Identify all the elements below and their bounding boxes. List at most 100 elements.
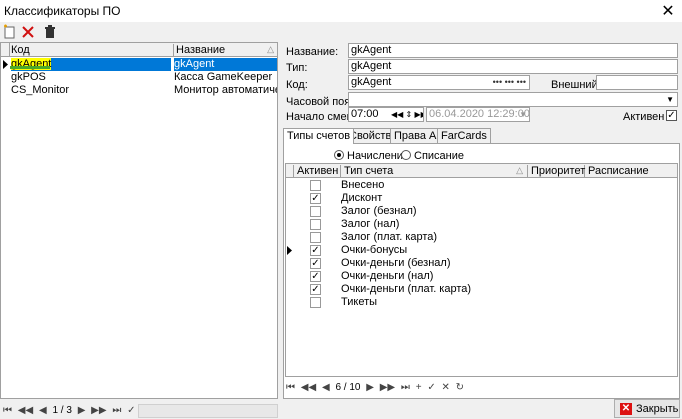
active-label: Активен [623, 111, 665, 123]
active-checkbox[interactable]: ✓ [310, 245, 321, 256]
insert-button[interactable]: + [416, 382, 422, 393]
codes-grid-header: Код Название △ [1, 43, 277, 57]
type-label: Тип: [286, 62, 308, 74]
prev-record-button[interactable]: ◀ [322, 382, 330, 393]
cancel-button[interactable]: ✕ [441, 382, 449, 393]
codes-grid[interactable]: Код Название △ gkAgent gkAgent gkPOS Кас… [0, 42, 278, 399]
chevron-down-icon: ▼ [519, 110, 527, 119]
active-checkbox[interactable]: ✓ [310, 271, 321, 282]
first-record-button[interactable]: ⏮ [286, 382, 295, 393]
cell-account-type: Очки-деньги (нал) [341, 270, 434, 282]
record-position: 6 / 10 [335, 382, 361, 393]
first-record-button[interactable]: ⏮ [3, 405, 12, 416]
next-page-button[interactable]: ▶▶ [380, 382, 395, 393]
table-row[interactable]: gkAgent gkAgent [1, 58, 277, 71]
external-field[interactable] [596, 75, 678, 90]
timezone-select[interactable]: ▼ [348, 92, 678, 107]
sort-icon: △ [516, 165, 523, 175]
cell-account-type: Тикеты [341, 296, 378, 308]
highlight-underline [10, 66, 50, 69]
cell-code: CS_Monitor [11, 84, 70, 96]
close-icon: ✕ [620, 403, 632, 415]
cell-name: gkAgent [174, 58, 277, 71]
record-position: 1 / 3 [52, 405, 72, 416]
window-title: Классификаторы ПО [4, 4, 121, 18]
tab-account-types[interactable]: Типы счетов [283, 128, 355, 144]
cell-account-type: Залог (нал) [341, 218, 400, 230]
table-row[interactable]: CS_Monitor Монитор автоматических [1, 84, 277, 97]
column-account-type[interactable]: Тип счета △ [342, 165, 528, 178]
code-field[interactable]: gkAgent ••• ••• ••• [348, 75, 530, 90]
last-record-button[interactable]: ⏭ [112, 405, 121, 416]
debit-radio[interactable] [401, 150, 411, 160]
column-code[interactable]: Код [11, 44, 171, 56]
table-row[interactable]: Залог (безнал) [286, 205, 677, 218]
debit-label: Списание [414, 150, 464, 162]
column-schedule[interactable]: Расписание [586, 165, 676, 178]
classifiers-window: Классификаторы ПО ✕ Код Название △ gkAge… [0, 0, 682, 419]
prev-page-button[interactable]: ◀◀ [18, 405, 33, 416]
table-row[interactable]: Залог (нал) [286, 218, 677, 231]
cell-code: gkPOS [11, 71, 46, 83]
row-pointer-icon [286, 244, 294, 257]
table-row[interactable]: ✓ Очки-деньги (безнал) [286, 257, 677, 270]
cell-name: Монитор автоматических [174, 84, 277, 96]
horizontal-scrollbar[interactable] [138, 404, 278, 418]
type-field[interactable]: gkAgent [348, 59, 678, 74]
active-checkbox[interactable]: ✓ [310, 258, 321, 269]
tab-farcards[interactable]: FarCards [437, 128, 491, 143]
toolbar [0, 22, 682, 42]
cell-account-type: Залог (плат. карта) [341, 231, 438, 243]
active-checkbox[interactable] [310, 219, 321, 230]
column-name[interactable]: Название △ [173, 44, 277, 57]
active-checkbox[interactable]: ✓ [666, 110, 677, 121]
table-row[interactable]: gkPOS Касса GameKeeper [1, 71, 277, 84]
cell-account-type: Залог (безнал) [341, 205, 417, 217]
next-record-button[interactable]: ▶ [366, 382, 374, 393]
next-page-button[interactable]: ▶▶ [91, 405, 106, 416]
table-row[interactable]: ✓ Очки-бонусы [286, 244, 677, 257]
active-checkbox[interactable] [310, 297, 321, 308]
add-document-icon[interactable] [2, 24, 18, 40]
prev-record-button[interactable]: ◀ [39, 405, 47, 416]
refresh-button[interactable]: ↻ [456, 382, 464, 393]
time-stepper-icon[interactable]: ◀◀ ⇕ ▶▶ [391, 108, 423, 121]
close-icon[interactable]: ✕ [660, 1, 676, 21]
account-types-grid[interactable]: Активен Тип счета △ Приоритет Расписание… [285, 163, 678, 377]
table-row[interactable]: Тикеты [286, 296, 677, 309]
cell-account-type: Очки-деньги (безнал) [341, 257, 451, 269]
table-row[interactable]: ✓ Очки-деньги (плат. карта) [286, 283, 677, 296]
cell-account-type: Очки-деньги (плат. карта) [341, 283, 472, 295]
accrual-label: Начисление [347, 150, 410, 162]
active-checkbox[interactable]: ✓ [310, 193, 321, 204]
shift-time-field[interactable]: 07:00 ◀◀ ⇕ ▶▶ [348, 107, 424, 122]
table-row[interactable]: Внесено [286, 179, 677, 192]
column-priority[interactable]: Приоритет [529, 165, 585, 178]
prev-page-button[interactable]: ◀◀ [301, 382, 316, 393]
next-record-button[interactable]: ▶ [78, 405, 86, 416]
post-button[interactable]: ✓ [127, 405, 135, 416]
active-checkbox[interactable] [310, 232, 321, 243]
active-checkbox[interactable] [310, 206, 321, 217]
delete-x-icon[interactable] [20, 24, 36, 40]
last-record-button[interactable]: ⏭ [401, 382, 410, 393]
active-checkbox[interactable] [310, 180, 321, 191]
column-active[interactable]: Активен [295, 165, 341, 178]
close-button[interactable]: ✕ Закрыть [614, 399, 680, 418]
name-field[interactable]: gkAgent [348, 43, 678, 58]
cell-account-type: Очки-бонусы [341, 244, 408, 256]
table-row[interactable]: ✓ Очки-деньги (нал) [286, 270, 677, 283]
table-row[interactable]: Залог (плат. карта) [286, 231, 677, 244]
active-checkbox[interactable]: ✓ [310, 284, 321, 295]
cell-name: Касса GameKeeper [174, 71, 273, 83]
cell-account-type: Дисконт [341, 192, 383, 204]
cell-account-type: Внесено [341, 179, 385, 191]
account-types-header: Активен Тип счета △ Приоритет Расписание [286, 164, 677, 178]
post-button[interactable]: ✓ [427, 382, 435, 393]
table-row[interactable]: ✓ Дисконт [286, 192, 677, 205]
name-label: Название: [286, 46, 339, 58]
accrual-radio[interactable] [334, 150, 344, 160]
code-dots-icon[interactable]: ••• ••• ••• [493, 76, 526, 89]
trash-icon[interactable] [42, 24, 58, 40]
code-label: Код: [286, 79, 308, 91]
